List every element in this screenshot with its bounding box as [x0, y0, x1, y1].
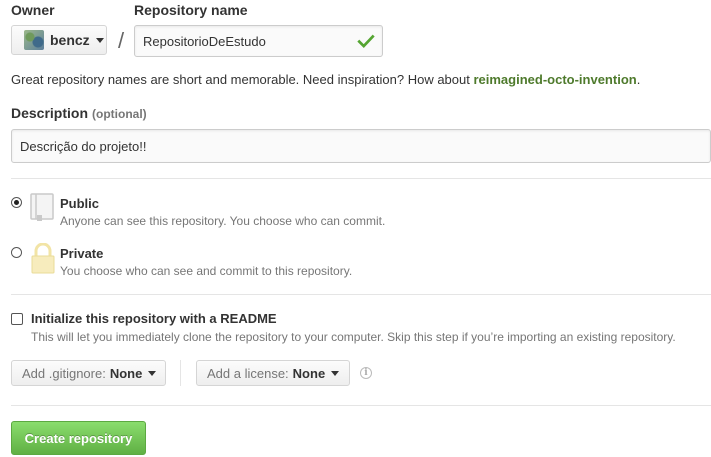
- license-value: None: [292, 365, 326, 381]
- create-repository-button[interactable]: Create repository: [11, 421, 146, 455]
- description-label: Description: [11, 105, 89, 121]
- repo-book-icon: [30, 193, 54, 221]
- public-title: Public: [60, 196, 100, 211]
- divider: [11, 294, 711, 295]
- private-radio[interactable]: [11, 247, 22, 258]
- owner-label: Owner: [11, 2, 55, 18]
- readme-subtitle: This will let you immediately clone the …: [31, 330, 676, 344]
- gitignore-label: Add .gitignore:: [22, 365, 106, 381]
- divider: [11, 405, 711, 406]
- owner-repo-separator: /: [118, 28, 125, 53]
- name-suggestion-link[interactable]: reimagined-octo-invention: [473, 72, 636, 87]
- description-input[interactable]: [11, 129, 711, 163]
- lock-icon: [31, 243, 55, 274]
- private-subtitle: You choose who can see and commit to thi…: [60, 264, 353, 278]
- chevron-down-icon: [331, 370, 340, 376]
- owner-avatar: [24, 30, 44, 50]
- info-icon[interactable]: i: [360, 367, 372, 379]
- repository-name-hint: Great repository names are short and mem…: [11, 72, 640, 87]
- select-separator: [180, 360, 181, 386]
- readme-checkbox[interactable]: [11, 313, 23, 325]
- private-title: Private: [60, 246, 104, 261]
- chevron-down-icon: [95, 37, 104, 43]
- gitignore-select[interactable]: Add .gitignore: None: [11, 360, 166, 386]
- description-label-group: Description (optional): [11, 105, 147, 121]
- repository-name-input[interactable]: [134, 25, 383, 57]
- gitignore-value: None: [109, 365, 143, 381]
- hint-text: Great repository names are short and mem…: [11, 72, 474, 87]
- license-select[interactable]: Add a license: None: [196, 360, 350, 386]
- owner-select-button[interactable]: bencz: [11, 25, 107, 55]
- readme-title: Initialize this repository with a README: [31, 311, 277, 326]
- public-subtitle: Anyone can see this repository. You choo…: [60, 214, 386, 228]
- optional-tag: (optional): [92, 107, 147, 121]
- repository-name-label: Repository name: [134, 2, 248, 18]
- divider: [11, 178, 711, 179]
- chevron-down-icon: [148, 370, 157, 376]
- public-radio[interactable]: [11, 197, 22, 208]
- owner-name: bencz: [50, 32, 90, 48]
- license-label: Add a license:: [207, 365, 289, 381]
- hint-end: .: [636, 72, 641, 87]
- check-icon: [357, 34, 375, 49]
